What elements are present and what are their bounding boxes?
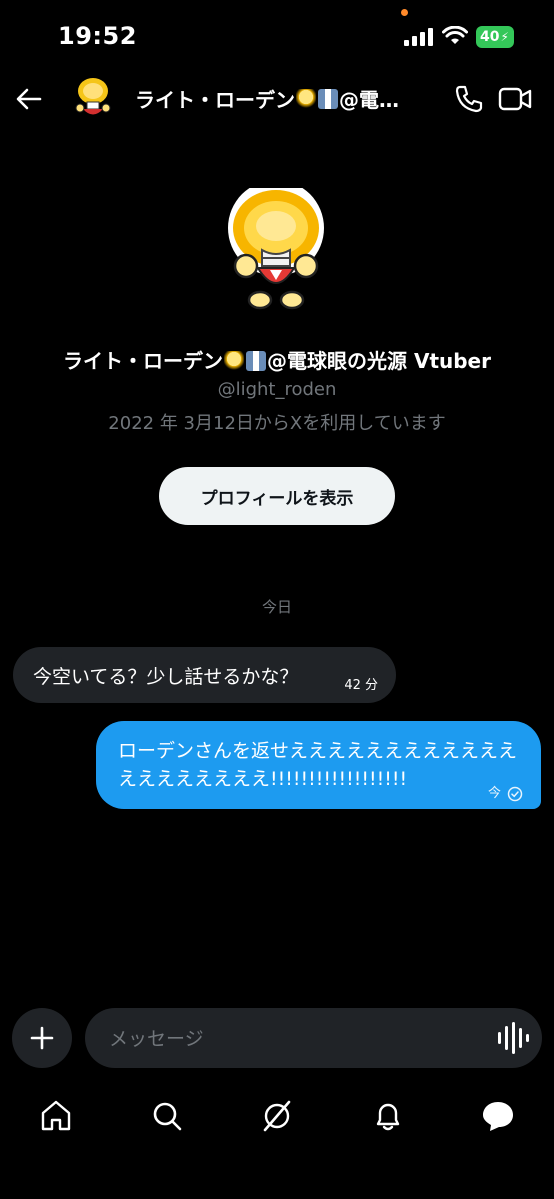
message-input[interactable]: [107, 1024, 471, 1054]
wifi-icon: [442, 26, 468, 44]
conversation-title: ライト・ローデン @電…: [135, 84, 415, 113]
cellular-signal-icon: [404, 28, 433, 46]
charging-icon: ⚡: [500, 30, 509, 44]
profile-joined-date: 2022 年 3月12日からXを利用しています: [108, 413, 446, 434]
necktie-emoji-icon: [318, 89, 338, 109]
privacy-indicator-dot: [401, 9, 408, 16]
profile-name-text: ライト・ローデン: [63, 349, 223, 373]
back-arrow-icon[interactable]: [14, 84, 44, 114]
profile-name-suffix: @電球眼の光源 Vtuber: [267, 349, 491, 373]
notifications-icon[interactable]: [370, 1098, 406, 1134]
sent-check-icon: [507, 786, 523, 802]
battery-level: 40: [480, 29, 500, 45]
phone-icon[interactable]: [454, 84, 484, 114]
home-icon[interactable]: [38, 1098, 74, 1134]
header-name-text: ライト・ローデン: [135, 88, 295, 112]
message-text: 今空いてる？少し話せるかな？: [33, 665, 299, 688]
view-profile-button[interactable]: プロフィールを表示: [159, 467, 395, 525]
incoming-message[interactable]: 今空いてる？少し話せるかな？ 42 分: [13, 647, 396, 703]
lightbulb-emoji-icon: [224, 351, 244, 371]
voice-message-icon[interactable]: [495, 1020, 529, 1056]
messages-icon[interactable]: [480, 1098, 516, 1134]
header-name-suffix: @電…: [339, 88, 399, 112]
plus-icon: [30, 1026, 54, 1050]
grok-icon[interactable]: [259, 1098, 295, 1134]
add-media-button[interactable]: [12, 1008, 72, 1068]
profile-name: ライト・ローデン @電球眼の光源 Vtuber: [0, 345, 554, 374]
message-composer[interactable]: [85, 1008, 542, 1068]
video-call-icon[interactable]: [498, 85, 532, 113]
message-time: 42 分: [344, 678, 378, 693]
profile-avatar[interactable]: [220, 188, 332, 313]
necktie-emoji-icon: [246, 351, 266, 371]
profile-handle: @light_roden: [217, 379, 337, 400]
status-time: 19:52: [58, 22, 137, 50]
date-separator: 今日: [261, 598, 292, 616]
header-avatar[interactable]: [72, 76, 114, 120]
message-time: 今: [487, 786, 501, 801]
search-icon[interactable]: [149, 1098, 185, 1134]
message-text: ローデンさんを返せええええええええええええええええええええ!!!!!!!!!!!…: [118, 740, 518, 790]
lightbulb-emoji-icon: [296, 89, 316, 109]
outgoing-message[interactable]: ローデンさんを返せええええええええええええええええええええ!!!!!!!!!!!…: [96, 721, 541, 809]
battery-indicator: 40 ⚡: [476, 26, 514, 48]
